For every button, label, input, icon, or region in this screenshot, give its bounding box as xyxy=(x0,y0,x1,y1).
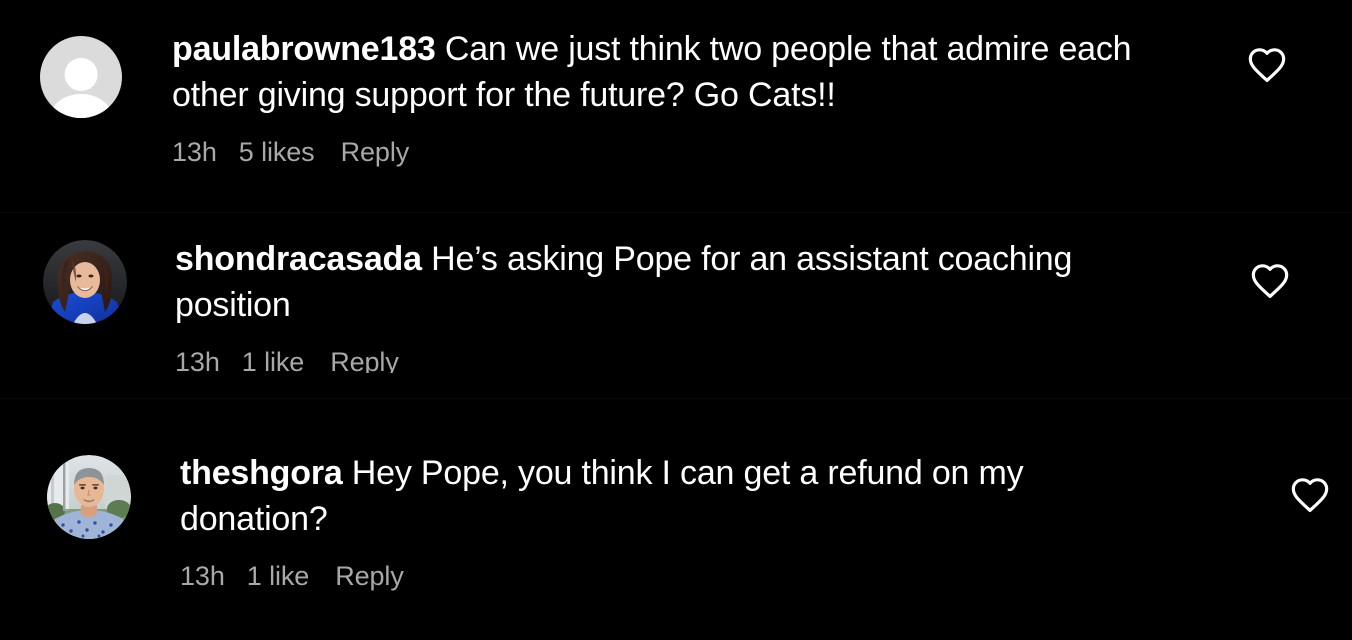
comment-username[interactable]: theshgora xyxy=(180,454,343,492)
comment-meta: 13h 1 like Reply xyxy=(180,560,1180,592)
heart-outline-icon xyxy=(1291,478,1329,512)
avatar[interactable] xyxy=(40,36,122,118)
avatar[interactable] xyxy=(47,455,131,539)
comment-meta: 13h 5 likes Reply xyxy=(172,136,1172,168)
comment-username[interactable]: paulabrowne183 xyxy=(172,30,436,68)
heart-outline-icon xyxy=(1251,264,1289,298)
screenshot-seam xyxy=(0,398,1352,399)
comment-item: shondracasada He’s asking Pope for an as… xyxy=(0,236,1352,373)
comment-reply-button[interactable]: Reply xyxy=(341,136,410,168)
comment-text: theshgora Hey Pope, you think I can get … xyxy=(180,450,1180,542)
comment-text: shondracasada He’s asking Pope for an as… xyxy=(175,236,1175,328)
comment-meta: 13h 1 like Reply xyxy=(175,346,1175,373)
like-button[interactable] xyxy=(1290,474,1330,514)
like-button[interactable] xyxy=(1247,44,1287,84)
screenshot-seam xyxy=(0,212,1352,213)
comment-item: theshgora Hey Pope, you think I can get … xyxy=(0,450,1352,591)
comment-like-count[interactable]: 1 like xyxy=(247,560,310,592)
comment-username[interactable]: shondracasada xyxy=(175,240,422,278)
avatar-head-shape xyxy=(64,58,98,91)
comment-reply-button[interactable]: Reply xyxy=(335,560,404,592)
comment-text: paulabrowne183 Can we just think two peo… xyxy=(172,26,1172,118)
comment-body: paulabrowne183 Can we just think two peo… xyxy=(172,26,1172,168)
comment-reply-button[interactable]: Reply xyxy=(330,346,399,373)
heart-outline-icon xyxy=(1248,48,1286,82)
comment-body: shondracasada He’s asking Pope for an as… xyxy=(175,236,1175,373)
comment-timestamp: 13h xyxy=(175,347,220,373)
comments-screen: paulabrowne183 Can we just think two peo… xyxy=(0,0,1352,640)
comment-like-count[interactable]: 1 like xyxy=(242,346,305,373)
comment-timestamp: 13h xyxy=(172,137,217,167)
comment-body: theshgora Hey Pope, you think I can get … xyxy=(180,450,1180,592)
comment-timestamp: 13h xyxy=(180,561,225,591)
comment-like-count[interactable]: 5 likes xyxy=(239,136,315,168)
avatar-body-shape xyxy=(50,94,112,118)
avatar-photo xyxy=(43,240,127,324)
like-button[interactable] xyxy=(1250,260,1290,300)
avatar[interactable] xyxy=(43,240,127,324)
avatar-photo xyxy=(47,455,131,539)
